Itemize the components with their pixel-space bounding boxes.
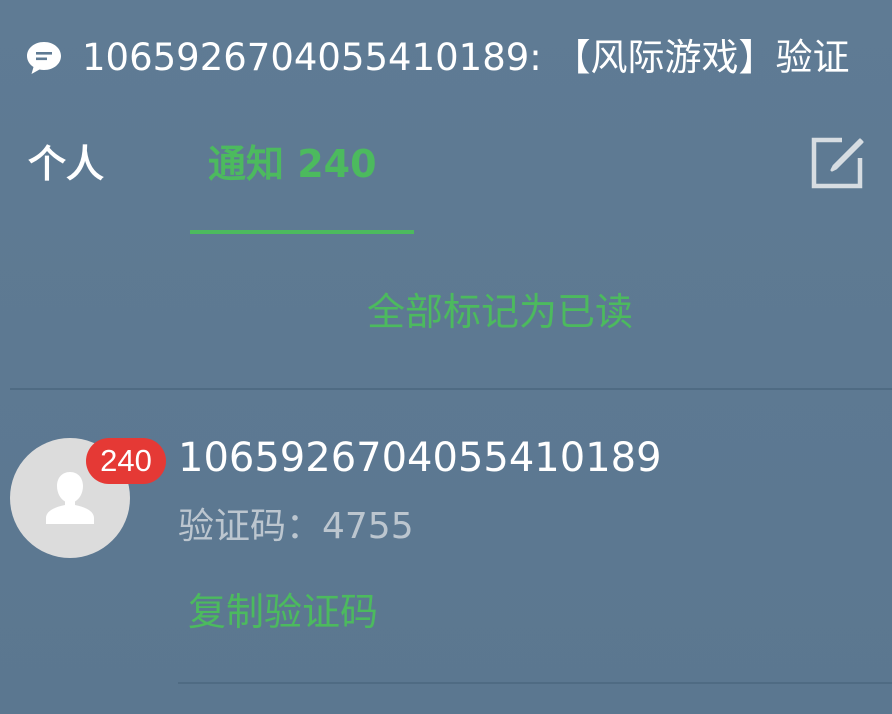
- message-sender[interactable]: 1065926704055410189: [178, 430, 662, 486]
- edit-square-icon[interactable]: [806, 132, 868, 194]
- heads-up-notification[interactable]: 10659267040554101​89: 【风际游戏】验证: [0, 30, 892, 86]
- chat-bubble-icon: [27, 42, 61, 74]
- divider: [178, 682, 892, 684]
- notification-shade: 10659267040554101​89: 【风际游戏】验证 个人 通知 240…: [0, 0, 892, 714]
- unread-count-badge: 240: [86, 438, 166, 484]
- tab-notifications[interactable]: 通知 240: [208, 136, 377, 192]
- active-tab-indicator: [190, 230, 414, 234]
- mark-all-read-button[interactable]: 全部标记为已读: [0, 284, 892, 340]
- message-preview[interactable]: 验证码：4755: [178, 500, 414, 554]
- tab-personal[interactable]: 个人: [28, 136, 104, 192]
- copy-code-button[interactable]: 复制验证码: [188, 584, 378, 640]
- person-icon: [46, 472, 94, 524]
- notification-text: 10659267040554101​89: 【风际游戏】验证: [82, 36, 850, 79]
- divider: [10, 388, 892, 390]
